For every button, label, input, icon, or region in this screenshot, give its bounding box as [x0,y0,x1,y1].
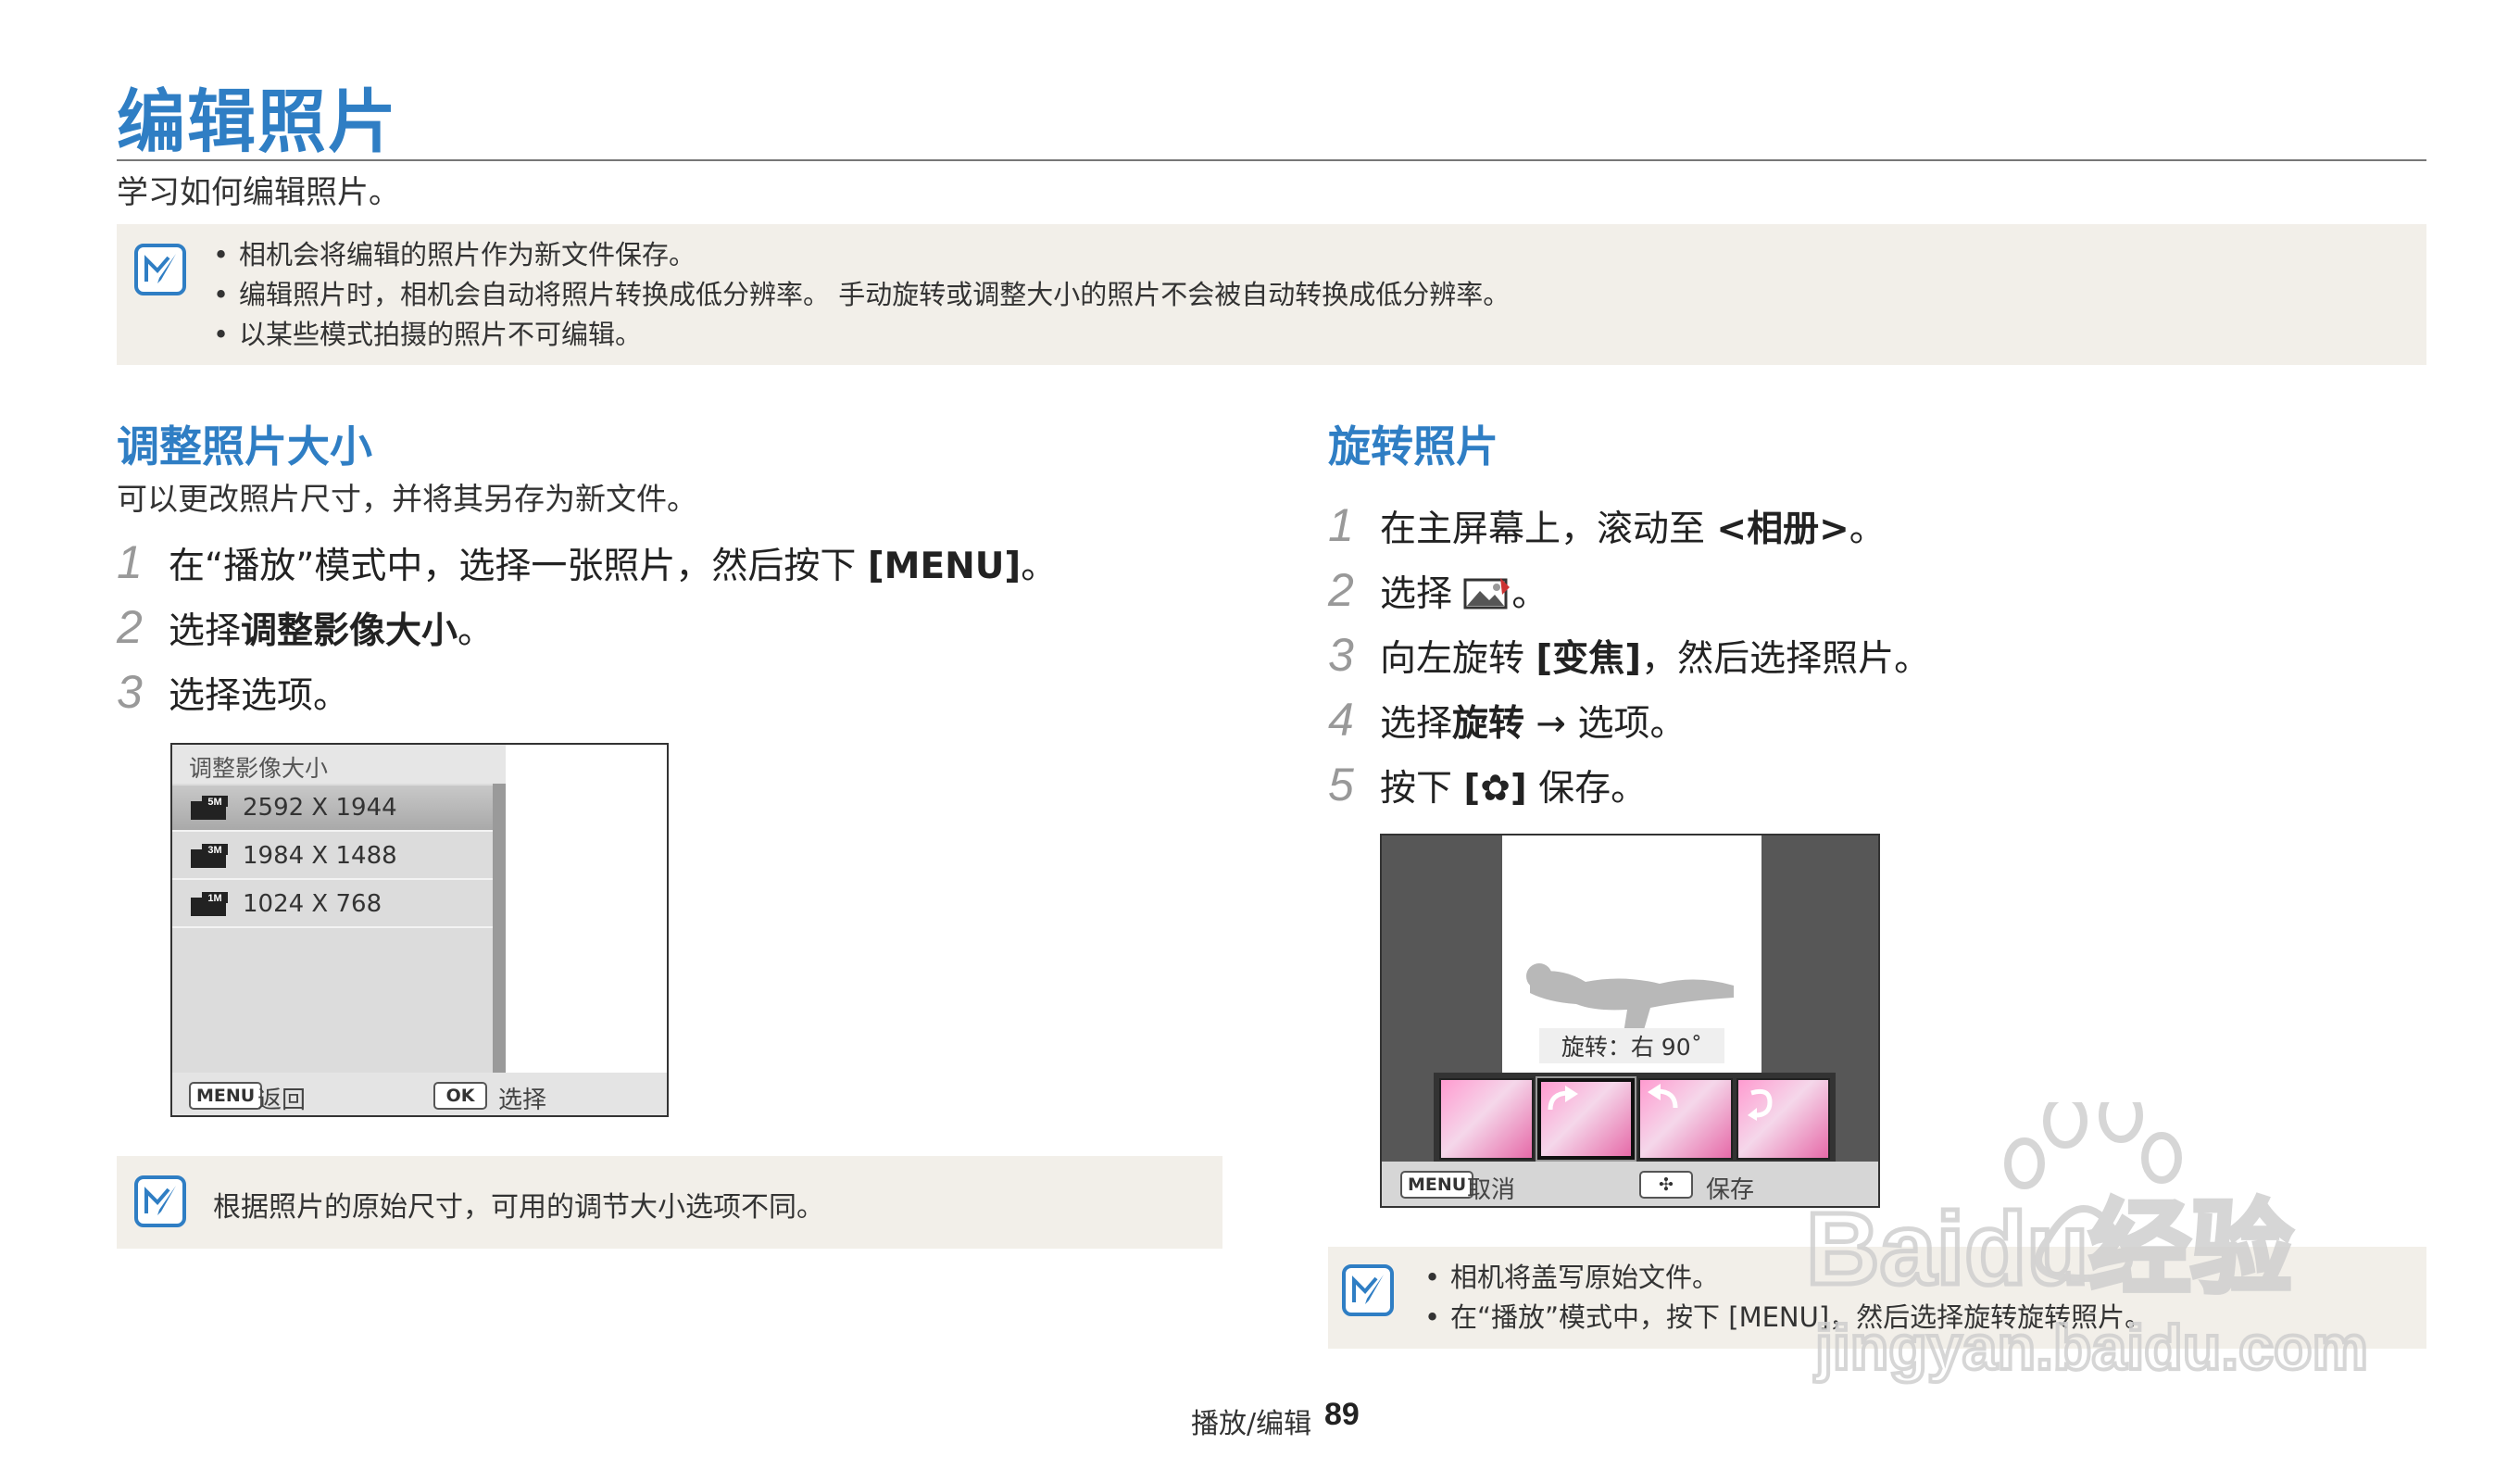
resize-menu-scrollbar[interactable] [493,784,506,1073]
resize-screen-footer: MENU 返回 OK 选择 [172,1073,667,1115]
rotation-label: 旋转：右 90˚ [1539,1028,1724,1063]
save-label[interactable]: 保存 [1706,1171,1754,1205]
rotation-thumbnail[interactable] [1439,1078,1534,1160]
top-note-box: 相机会将编辑的照片作为新文件保存。 编辑照片时，相机会自动将照片转换成低分辨率。… [117,224,2426,365]
resize-menu-header: 调整影像大小 [172,745,506,784]
rotate-step-5: 5 按下 [✿] 保存。 [1328,759,1648,810]
rotate-180-icon [1747,1088,1773,1121]
note-item: 相机会将编辑的照片作为新文件保存。 [213,235,1510,275]
photo-edit-icon [1463,578,1511,609]
title-divider [117,159,2426,161]
svg-text:1M: 1M [207,893,221,904]
page-number: 89 [1324,1397,1360,1432]
resize-step-3: 3 选择选项。 [117,666,350,718]
resize-option-label: 1984 X 1488 [243,842,397,870]
cancel-label[interactable]: 取消 [1467,1171,1515,1205]
rotate-step-4: 4 选择旋转 → 选项。 [1328,694,1686,746]
resize-option[interactable]: 3M 1984 X 1488 [172,834,493,880]
rotate-right-icon [1548,1086,1578,1111]
resize-note-text: 根据照片的原始尺寸，可用的调节大小选项不同。 [213,1191,824,1224]
rotate-step-1: 1 在主屏幕上，滚动至 <相册>。 [1328,499,1886,551]
resize-option-label: 1024 X 768 [243,890,382,918]
resize-option[interactable]: 5M 2592 X 1944 [172,785,493,832]
svg-text:Baidu经验: Baidu经验 [1806,1192,2293,1306]
rotate-step-2: 2 选择 。 [1328,564,1548,616]
note-item: 以某些模式拍摄的照片不可编辑。 [213,315,1510,355]
note-item: 编辑照片时，相机会自动将照片转换成低分辨率。 手动旋转或调整大小的照片不会被自动… [213,275,1510,315]
note-pencil-icon [134,244,186,295]
resize-step-2: 2 选择调整影像大小。 [117,601,495,653]
size-5m-icon: 5M [191,796,228,820]
resize-section-title: 调整照片大小 [117,421,372,471]
rotate-section-title: 旋转照片 [1328,421,1498,471]
page-title: 编辑照片 [117,82,398,162]
resize-option-label: 2592 X 1944 [243,794,397,822]
resize-step-1: 1 在“播放”模式中，选择一张照片，然后按下 [MENU]。 [117,536,1058,588]
ok-button-icon: ✣ [1639,1171,1693,1199]
back-label[interactable]: 返回 [257,1081,306,1115]
menu-button-icon: MENU [189,1082,263,1110]
svg-text:jingyan.baidu.com: jingyan.baidu.com [1813,1313,2368,1383]
svg-text:5M: 5M [207,797,221,808]
rotate-left-icon [1648,1084,1678,1109]
select-label[interactable]: 选择 [498,1081,546,1115]
size-3m-icon: 3M [191,844,228,868]
top-note-list: 相机会将编辑的照片作为新文件保存。 编辑照片时，相机会自动将照片转换成低分辨率。… [213,235,1510,355]
menu-button-icon: MENU [1400,1171,1474,1199]
rotate-step-3: 3 向左旋转 [变焦]，然后选择照片。 [1328,629,1931,681]
footer-section-label: 播放/编辑 [1191,1408,1312,1440]
resize-option[interactable]: 1M 1024 X 768 [172,882,493,928]
resize-note-box: 根据照片的原始尺寸，可用的调节大小选项不同。 [117,1156,1222,1249]
rotation-thumbnail[interactable] [1638,1078,1733,1160]
page-subtitle: 学习如何编辑照片。 [117,174,400,211]
rotation-thumbnail[interactable] [1536,1078,1635,1160]
size-1m-icon: 1M [191,892,228,916]
resize-camera-screen: 调整影像大小 5M 2592 X 1944 3M 1984 X 1488 1M … [170,743,669,1117]
note-pencil-icon [134,1175,186,1227]
note-pencil-icon [1342,1264,1394,1316]
ok-button-icon: OK [433,1082,487,1110]
rotation-thumbnail-strip [1434,1073,1836,1165]
baidu-watermark-logo: Baidu经验 jingyan.baidu.com [1806,1102,2370,1385]
rotate-camera-screen: 旋转：右 90˚ MENU 取消 ✣ 保存 [1380,834,1880,1208]
resize-section-desc: 可以更改照片尺寸，并将其另存为新文件。 [117,481,697,517]
svg-text:3M: 3M [207,845,221,856]
